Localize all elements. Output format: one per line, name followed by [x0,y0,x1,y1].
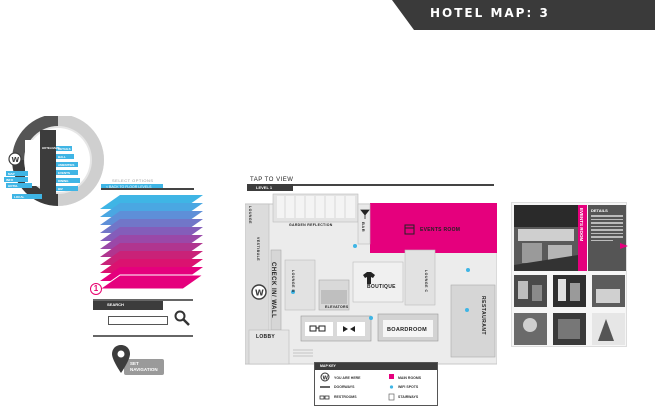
photo-thumbnails[interactable] [514,275,625,345]
legend-title: MAP KEY [320,364,336,368]
lobby-label[interactable]: LOBBY [256,334,275,340]
search-tag [93,301,163,310]
location-pin-icon [112,345,130,373]
wheel-option-ball[interactable]: BALL [58,155,66,159]
wheel-option-events[interactable]: EVENTS [58,171,70,175]
lobby-side-label: VESTIBULE [256,237,260,262]
legend-main-rooms: MAIN ROOMS [398,376,422,380]
wheel-option-details[interactable]: DETAILS [58,147,71,151]
tap-to-view-label: TAP TO VIEW [250,177,294,183]
svg-text:W: W [255,289,264,298]
page-title: HOTEL MAP: 3 [430,6,550,20]
lounge-c-label: LOUNGE C [424,270,428,293]
vestibule-label: LOUNGE [248,206,252,224]
check-in-label[interactable]: CHECK IN/ WALL [270,262,276,318]
boutique-label[interactable]: BOUTIQUE [367,284,396,290]
search-label: SEARCH [107,302,124,307]
divider [93,335,193,337]
boardroom-label[interactable]: BOARDROOM [387,327,427,333]
garden-label[interactable]: GARDEN REFLECTION [289,223,333,227]
next-arrow-icon[interactable] [620,243,628,249]
wheel-option-biz[interactable]: BIZ [58,187,63,191]
legend-stairways: STAIRWAYS [398,395,419,399]
lounge-b-label: LOUNGE B [291,270,295,293]
set-navigation-label: SET NAVIGATION [130,361,158,372]
search-icon[interactable] [174,310,190,326]
events-room-tab-label: EVENTS ROOM [579,208,584,242]
legend-restrooms: RESTROOMS [334,395,357,399]
wheel-left-local[interactable]: LOCAL [14,195,24,199]
current-floor-indicator: 1 [90,283,102,295]
elevators-label: ELEVATORS [325,305,349,309]
wheel-option-dining[interactable]: DINING [58,179,69,183]
search-input[interactable] [108,316,168,325]
events-room-label[interactable]: EVENTS ROOM [420,227,460,233]
floor-plan-map[interactable]: W [245,190,497,366]
legend-you-are-here: YOU ARE HERE [334,376,361,380]
details-text [591,215,623,243]
details-title: DETAILS [591,208,608,213]
wheel-option-amenities[interactable]: AMENITIES [58,163,74,167]
restaurant-label[interactable]: RESTAURANT [480,296,486,335]
events-room-photo[interactable] [514,205,578,271]
svg-text:W: W [12,156,20,164]
legend-doorways: DOORWAYS [334,385,355,389]
floor-level-stack[interactable] [100,195,205,293]
select-options-label: SELECT OPTIONS [112,178,154,183]
bar-label[interactable]: BAR [361,222,366,232]
svg-text:W: W [323,376,329,382]
legend-wifi-spots: WIFI SPOTS [398,385,419,389]
map-legend: MAP KEY W YOU ARE HERE DOORWAYS RESTROOM… [314,362,438,406]
wheel-left-hotel[interactable]: HOTEL [8,184,18,188]
wheel-left-info[interactable]: INFO [6,178,13,182]
wheel-left-map[interactable]: MAP [8,172,15,176]
divider [101,188,194,190]
